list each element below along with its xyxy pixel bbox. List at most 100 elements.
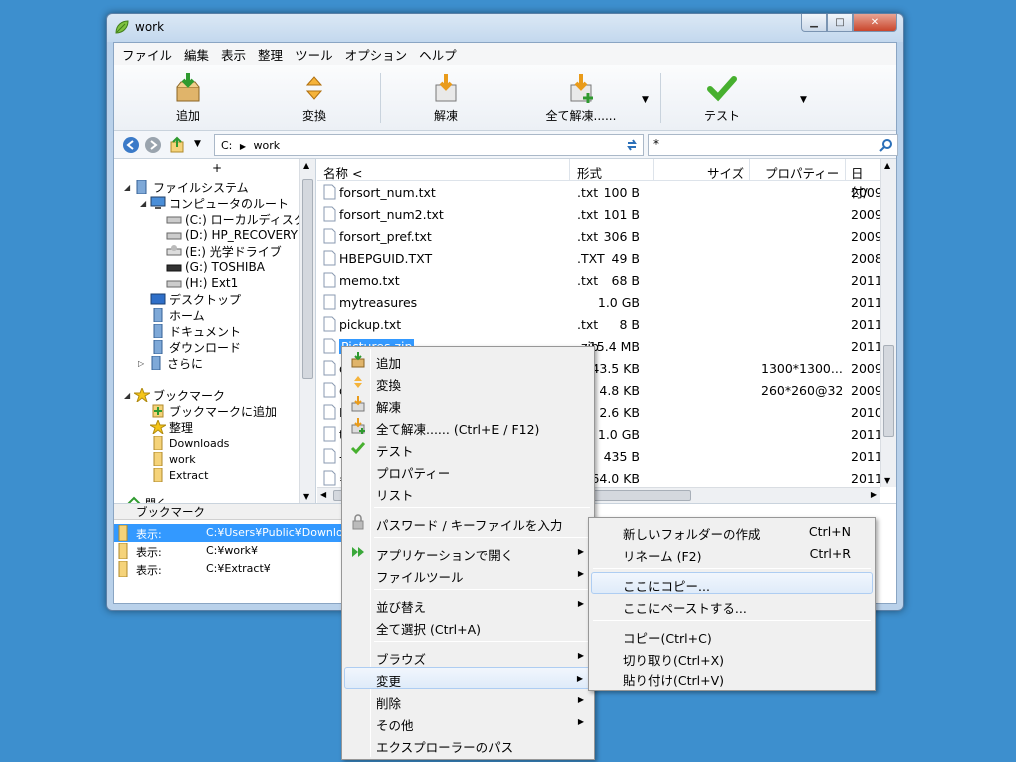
tree-item-bm-extract[interactable]: Extract [150,467,208,483]
ctx-other[interactable]: その他 ▶ [344,711,592,733]
file-list-scroll-thumb[interactable] [883,345,894,437]
sub-paste-here[interactable]: ここにペーストする... [591,594,873,616]
title-bar[interactable]: work ▁ □ ✕ [107,14,903,42]
file-row[interactable]: forsort_num.txt .txt 100 B 2009- [317,181,887,203]
convert-button[interactable]: 変換 [274,71,354,124]
scroll-right-icon[interactable]: ▶ [871,490,877,499]
tree-item-bm-work[interactable]: work [150,451,196,467]
file-row[interactable]: forsort_pref.txt .txt 306 B 2009- [317,225,887,247]
bookmark-row[interactable]: 表示: C:¥work¥ [114,542,354,560]
filter-input[interactable]: * [648,134,898,156]
tree-item-drive-d[interactable]: (D:) HP_RECOVERY [166,227,298,243]
menu-tools[interactable]: ツール [289,45,339,64]
ctx-test[interactable]: テスト [344,437,592,459]
ctx-password[interactable]: パスワード / キーファイルを入力 [344,511,592,533]
ctx-sort[interactable]: 並び替え ▶ [344,593,592,615]
column-divider[interactable] [749,159,750,181]
path-drive[interactable]: C: [221,139,232,152]
collapse-icon[interactable]: ◢ [140,199,150,208]
up-folder-icon[interactable] [168,136,186,154]
maximize-button[interactable]: □ [827,14,853,32]
tree-item-drive-g[interactable]: (G:) TOSHIBA [166,259,265,275]
col-name[interactable]: 名称 < [323,163,362,182]
tree-item-drive-c[interactable]: (C:) ローカルディスク [166,211,306,227]
ctx-select-all[interactable]: 全て選択 (Ctrl+A) [344,615,592,637]
collapse-icon[interactable]: ◢ [124,183,134,192]
tree-item-bm-downloads[interactable]: Downloads [150,435,229,451]
scroll-up-icon[interactable]: ▲ [303,161,309,170]
ctx-browse[interactable]: ブラウズ ▶ [344,645,592,667]
tree-item-bookmarks[interactable]: ◢ ブックマーク [124,387,225,403]
path-folder[interactable]: work [254,139,281,152]
file-row[interactable]: forsort_num2.txt .txt 101 B 2009- [317,203,887,225]
extract-button[interactable]: 解凍 [406,71,486,124]
file-row[interactable]: mytreasures 1.0 GB 2011- [317,291,887,313]
forward-icon[interactable] [144,136,162,154]
tree-item-computer-root[interactable]: ◢ コンピュータのルート [140,195,289,211]
tree-expand-all[interactable]: + [212,161,222,175]
file-row[interactable]: memo.txt .txt 68 B 2011- [317,269,887,291]
file-row[interactable]: HBEPGUID.TXT .TXT 49 B 2008- [317,247,887,269]
menu-view[interactable]: 表示 [215,45,252,64]
column-divider[interactable] [653,159,654,181]
tree-scroll-thumb[interactable] [302,179,313,379]
test-dropdown-icon[interactable]: ▼ [800,95,807,105]
ctx-add[interactable]: 追加 [344,349,592,371]
menu-edit[interactable]: 編集 [178,45,215,64]
tree-item-desktop[interactable]: デスクトップ [150,291,241,307]
ctx-properties[interactable]: プロパティー [344,459,592,481]
add-button[interactable]: 追加 [148,71,228,124]
ctx-explorer-path[interactable]: エクスプローラーのパス [344,733,592,755]
sub-cut[interactable]: 切り取り(Ctrl+X) [591,646,873,668]
ctx-extract-all[interactable]: 全て解凍...... (Ctrl+E / F12) [344,415,592,437]
search-icon[interactable] [879,138,893,152]
refresh-icon[interactable] [625,138,639,152]
test-button[interactable]: テスト [682,71,762,124]
ctx-extract[interactable]: 解凍 [344,393,592,415]
scroll-up-icon[interactable]: ▲ [884,161,890,170]
file-list-scrollbar[interactable]: ▲ ▼ [880,159,896,487]
tree-item-drive-h[interactable]: (H:) Ext1 [166,275,238,291]
sub-paste[interactable]: 貼り付け(Ctrl+V) [591,668,873,688]
menu-options[interactable]: オプション [339,45,414,64]
tree-item-home[interactable]: ホーム [150,307,205,323]
col-size[interactable]: サイズ [707,163,744,182]
scroll-down-icon[interactable]: ▼ [303,492,309,501]
tree-scrollbar[interactable]: ▲ ▼ [299,159,315,503]
column-divider[interactable] [569,159,570,181]
extract-all-button[interactable]: 全て解凍...... [526,71,636,124]
tree-item-filesystem[interactable]: ◢ ファイルシステム [124,179,249,195]
ctx-delete[interactable]: 削除 ▶ [344,689,592,711]
close-button[interactable]: ✕ [853,14,897,32]
tree-item-open[interactable]: 開く [126,495,167,503]
tree-item-more[interactable]: ▷ さらに [138,355,203,371]
file-row[interactable]: pickup.txt .txt 8 B 2011- [317,313,887,335]
ctx-open-with[interactable]: アプリケーションで開く ▶ [344,541,592,563]
menu-file[interactable]: ファイル [116,45,178,64]
scroll-down-icon[interactable]: ▼ [884,476,890,485]
back-icon[interactable] [122,136,140,154]
expand-icon[interactable]: ▷ [138,359,148,368]
path-box[interactable]: C: ▶ work [214,134,644,156]
extract-all-dropdown-icon[interactable]: ▼ [642,95,649,105]
tree-item-documents[interactable]: ドキュメント [150,323,241,339]
collapse-icon[interactable]: ◢ [124,391,134,400]
bookmark-row[interactable]: 表示: C:¥Extract¥ [114,560,354,578]
sub-copy[interactable]: コピー(Ctrl+C) [591,624,873,646]
column-divider[interactable] [845,159,846,181]
menu-help[interactable]: ヘルプ [413,45,463,64]
ctx-convert[interactable]: 変換 [344,371,592,393]
scroll-left-icon[interactable]: ◀ [320,490,326,499]
sub-copy-here[interactable]: ここにコピー... [591,572,873,594]
bookmark-row[interactable]: 表示: C:¥Users¥Public¥Downloads [114,524,362,542]
sub-rename[interactable]: リネーム (F2) Ctrl+R [591,542,873,564]
menu-organize[interactable]: 整理 [252,45,289,64]
tree-item-add-bookmark[interactable]: ブックマークに追加 [150,403,277,419]
tree-item-drive-e[interactable]: (E:) 光学ドライブ [166,243,282,259]
tree-item-downloads[interactable]: ダウンロード [150,339,241,355]
col-type[interactable]: 形式 [577,163,602,182]
tree-item-organize[interactable]: 整理 [150,419,193,435]
col-props[interactable]: プロパティー [765,163,839,182]
minimize-button[interactable]: ▁ [801,14,827,32]
ctx-modify[interactable]: 変更 ▶ [344,667,592,689]
